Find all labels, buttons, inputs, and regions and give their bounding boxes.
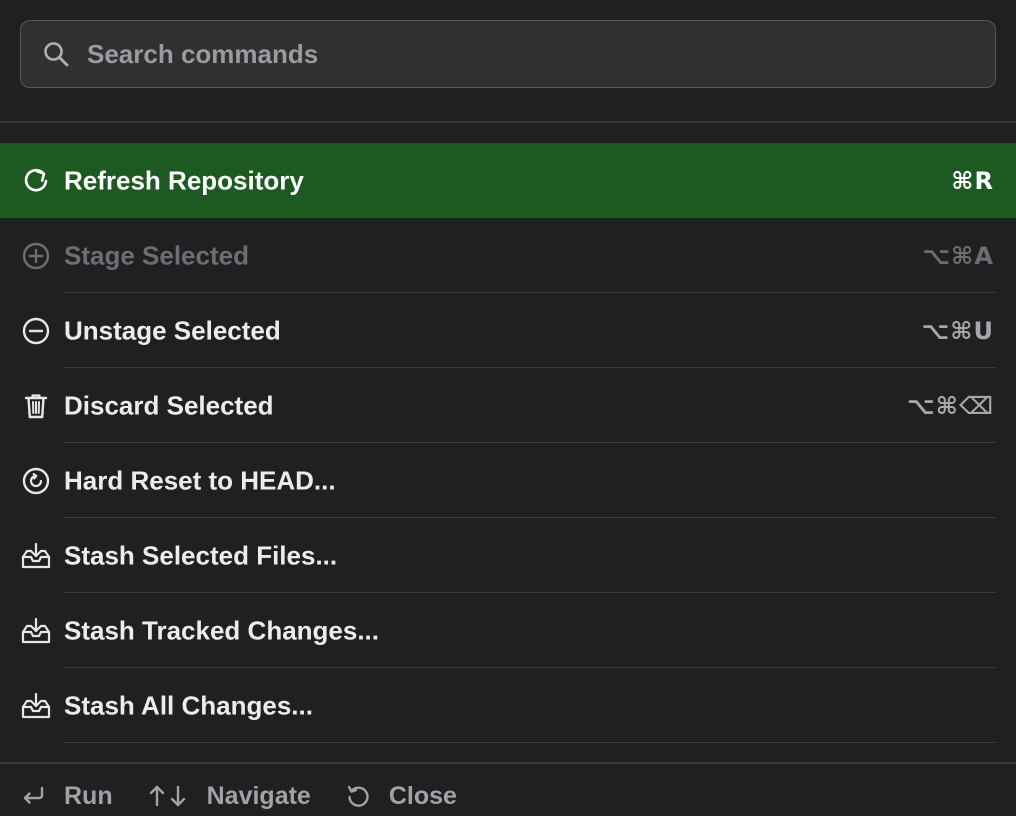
command-label: Stash Tracked Changes... xyxy=(64,615,380,645)
hint-close: Close xyxy=(345,781,457,811)
up-down-arrows-icon xyxy=(147,781,189,811)
plus-circle-icon xyxy=(20,240,52,272)
search-input[interactable] xyxy=(87,21,995,87)
divider xyxy=(0,762,1016,764)
command-label: Stash Selected Files... xyxy=(64,540,338,570)
command-shortcut: ⌥⌘⌫ xyxy=(907,391,994,420)
command-stash-selected-files[interactable]: Stash Selected Files... xyxy=(0,518,1016,593)
command-unstage-selected[interactable]: Unstage Selected ⌥⌘U xyxy=(0,293,1016,368)
minus-circle-icon xyxy=(20,315,52,347)
hint-close-label: Close xyxy=(388,781,457,810)
search-icon xyxy=(41,39,71,69)
command-list: Refresh Repository ⌘R Stage Selected ⌥⌘A xyxy=(0,143,1016,743)
command-stash-all-changes[interactable]: Stash All Changes... xyxy=(0,668,1016,743)
command-discard-selected[interactable]: Discard Selected ⌥⌘⌫ xyxy=(0,368,1016,443)
reset-clock-icon xyxy=(20,465,52,497)
hint-navigate-label: Navigate xyxy=(206,781,311,810)
trash-icon xyxy=(20,390,52,422)
command-label: Refresh Repository xyxy=(64,165,304,195)
command-shortcut: ⌥⌘A xyxy=(922,241,994,270)
tray-download-icon xyxy=(20,690,52,722)
command-label: Discard Selected xyxy=(64,390,274,420)
escape-icon xyxy=(345,781,371,811)
footer-hints: Run Navigate Close xyxy=(20,776,491,816)
search-box[interactable] xyxy=(20,20,996,88)
command-label: Hard Reset to HEAD... xyxy=(64,465,336,495)
command-shortcut: ⌘R xyxy=(951,166,994,195)
command-shortcut: ⌥⌘U xyxy=(921,316,994,345)
return-icon xyxy=(20,781,46,811)
command-refresh-repository[interactable]: Refresh Repository ⌘R xyxy=(0,143,1016,218)
divider xyxy=(0,121,1016,123)
command-label: Unstage Selected xyxy=(64,315,281,345)
command-label: Stage Selected xyxy=(64,240,249,270)
command-label: Stash All Changes... xyxy=(64,690,313,720)
command-hard-reset[interactable]: Hard Reset to HEAD... xyxy=(0,443,1016,518)
hint-navigate: Navigate xyxy=(147,781,311,811)
command-palette: Refresh Repository ⌘R Stage Selected ⌥⌘A xyxy=(0,0,1016,816)
row-separator xyxy=(64,741,996,743)
hint-run: Run xyxy=(20,781,113,811)
tray-download-icon xyxy=(20,540,52,572)
command-stash-tracked-changes[interactable]: Stash Tracked Changes... xyxy=(0,593,1016,668)
tray-download-icon xyxy=(20,615,52,647)
refresh-icon xyxy=(20,165,52,197)
hint-run-label: Run xyxy=(64,781,113,810)
search-container xyxy=(20,20,996,88)
command-stage-selected[interactable]: Stage Selected ⌥⌘A xyxy=(0,218,1016,293)
